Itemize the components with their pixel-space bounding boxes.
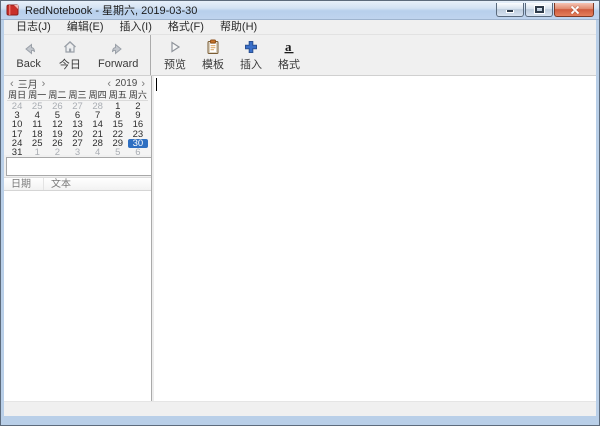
calendar-header: ‹ 三月 › ‹ 2019 › [7,77,148,90]
next-month-button[interactable]: › [39,79,49,89]
template-label: 模板 [202,56,224,72]
window-body: 日志(J)编辑(E)插入(I)格式(F)帮助(H) Back 今日 [4,20,596,416]
title-bar[interactable]: RedNotebook - 星期六, 2019-03-30 [1,1,599,20]
play-outline-icon [167,38,183,55]
weekday-label: 周三 [67,90,87,100]
app-window: RedNotebook - 星期六, 2019-03-30 日志(J)编辑(E)… [0,0,600,426]
clipboard-icon [205,38,221,55]
back-button[interactable]: Back [13,39,45,71]
weekday-label: 周一 [27,90,47,100]
right-arrow-icon [110,40,126,57]
column-header-text[interactable]: 文本 [44,178,151,190]
toolbar: Back 今日 Forward [4,35,596,75]
today-label: 今日 [59,56,81,72]
results-header: 日期 文本 [4,177,151,191]
letter-a-icon: a [281,38,297,55]
forward-button[interactable]: Forward [95,39,141,71]
maximize-icon [535,6,544,13]
home-icon [62,38,78,55]
calendar-weekday-row: 周日周一周二周三周四周五周六 [7,90,148,101]
search-input[interactable] [7,159,155,174]
weekday-label: 周日 [7,90,27,100]
toolbar-navigation: Back 今日 Forward [4,35,151,75]
calendar-grid: 2425262728123456789101112131415161718192… [7,101,148,157]
minimize-button[interactable] [496,3,524,17]
format-button[interactable]: a 格式 [273,37,305,73]
next-year-button[interactable]: › [138,79,148,89]
menu-item-journal[interactable]: 日志(J) [8,20,59,35]
app-icon [6,3,20,17]
back-label: Back [16,58,40,70]
svg-text:a: a [285,39,292,54]
main-area: ‹ 三月 › ‹ 2019 › 周日周一周二周三周四周五周六 242526272… [4,75,596,401]
search-entry [6,157,172,176]
status-bar [4,401,596,416]
calendar-month-label: 三月 [17,76,39,91]
text-caret [156,78,157,91]
menu-item-help[interactable]: 帮助(H) [212,20,265,35]
left-pane: ‹ 三月 › ‹ 2019 › 周日周一周二周三周四周五周六 242526272… [4,76,151,401]
close-icon [570,5,579,14]
column-header-date[interactable]: 日期 [4,178,44,190]
toolbar-editing: 预览 模板 插入 a 格 [151,35,596,75]
results-list[interactable] [4,191,151,401]
minimize-icon [506,10,514,13]
insert-label: 插入 [240,56,262,72]
preview-button[interactable]: 预览 [159,37,191,73]
calendar: ‹ 三月 › ‹ 2019 › 周日周一周二周三周四周五周六 242526272… [4,76,151,155]
window-title: RedNotebook - 星期六, 2019-03-30 [25,2,496,18]
weekday-label: 周六 [128,90,148,100]
template-button[interactable]: 模板 [197,37,229,73]
menu-item-format[interactable]: 格式(F) [160,20,212,35]
preview-label: 预览 [164,56,186,72]
calendar-year-label: 2019 [114,78,138,89]
menu-item-edit[interactable]: 编辑(E) [59,20,112,35]
maximize-button[interactable] [525,3,553,17]
weekday-label: 周五 [108,90,128,100]
insert-button[interactable]: 插入 [235,37,267,73]
plus-icon [243,38,259,55]
weekday-label: 周二 [47,90,67,100]
format-label: 格式 [278,56,300,72]
menu-bar: 日志(J)编辑(E)插入(I)格式(F)帮助(H) [4,20,596,35]
prev-year-button[interactable]: ‹ [104,79,114,89]
weekday-label: 周四 [88,90,108,100]
forward-label: Forward [98,58,138,70]
window-controls [496,3,594,17]
close-button[interactable] [554,3,594,17]
menu-item-insert[interactable]: 插入(I) [112,20,160,35]
today-button[interactable]: 今日 [54,37,86,73]
editor-area[interactable] [154,76,596,401]
left-arrow-icon [21,40,37,57]
prev-month-button[interactable]: ‹ [7,79,17,89]
search-row: ▾ [4,155,151,177]
